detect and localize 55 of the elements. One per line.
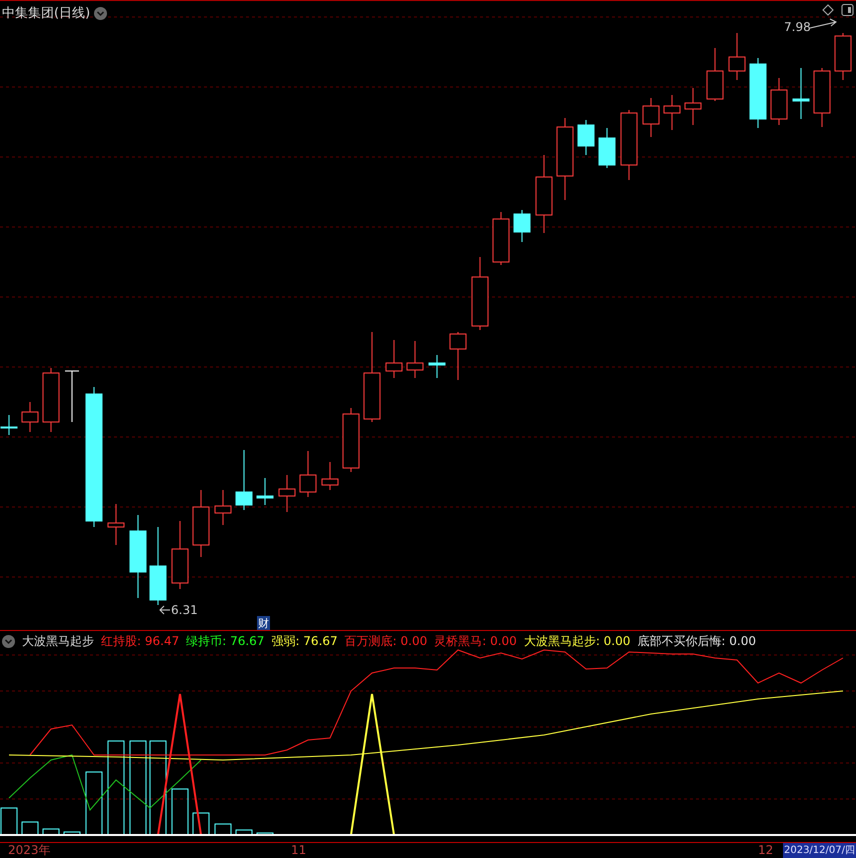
candlestick	[22, 402, 38, 432]
chevron-down-icon[interactable]	[2, 635, 15, 648]
candlestick	[108, 504, 124, 546]
axis-label: 12	[758, 843, 774, 858]
chart-title: 中集集团(日线)	[2, 5, 90, 22]
candlestick	[64, 370, 80, 422]
candlestick	[514, 210, 530, 242]
candlestick	[684, 88, 702, 126]
candlestick	[770, 78, 788, 126]
candlestick	[814, 68, 830, 128]
candlestick	[42, 368, 60, 432]
candlestick	[214, 490, 232, 526]
candlestick	[172, 520, 188, 590]
candlestick	[406, 340, 424, 378]
finance-badge[interactable]: 财	[257, 616, 270, 631]
candlestick	[322, 462, 338, 490]
low-price-label: 6.31	[171, 603, 198, 617]
candlestick	[492, 212, 510, 266]
candlestick	[450, 332, 466, 380]
candlestick	[342, 408, 360, 472]
candlestick	[792, 68, 810, 120]
candlestick	[706, 48, 724, 102]
indicator-value: 强弱: 76.67	[271, 633, 338, 650]
indicator-name: 大波黑马起步	[22, 633, 94, 650]
candlestick	[664, 94, 680, 130]
candlestick	[834, 32, 852, 80]
indicator-value: 灵桥黑马: 0.00	[434, 633, 517, 650]
candlestick	[598, 128, 616, 168]
candlestick	[300, 450, 316, 498]
axis-label: 11	[291, 843, 306, 858]
candlestick	[750, 58, 766, 128]
diamond-icon[interactable]	[822, 4, 834, 16]
candlestick	[620, 110, 638, 180]
indicator-value: 底部不买你后悔: 0.00	[637, 633, 756, 650]
candlestick	[0, 414, 18, 436]
chevron-down-icon[interactable]	[94, 6, 108, 20]
candlestick	[386, 340, 402, 378]
candlestick	[236, 450, 252, 510]
indicator-value: 红持股: 96.47	[101, 633, 180, 650]
candlestick	[642, 98, 660, 138]
panel-toggle-icon[interactable]	[842, 4, 854, 16]
cursor-date: 2023/12/07/四	[782, 843, 856, 858]
arrow-icon	[159, 606, 170, 614]
indicator-value: 绿持币: 76.67	[186, 633, 264, 650]
candlestick	[256, 478, 274, 506]
indicator-value: 大波黑马起步: 0.00	[524, 633, 630, 650]
candlestick	[578, 120, 594, 156]
candlestick	[428, 354, 446, 378]
candlestick	[192, 490, 210, 558]
candlestick	[728, 32, 746, 80]
high-price-label: 7.98	[784, 20, 811, 34]
arrow-icon	[810, 18, 837, 28]
axis-label: 2023年	[8, 843, 51, 858]
candlestick	[278, 474, 296, 512]
indicator-value: 百万测底: 0.00	[344, 633, 428, 650]
